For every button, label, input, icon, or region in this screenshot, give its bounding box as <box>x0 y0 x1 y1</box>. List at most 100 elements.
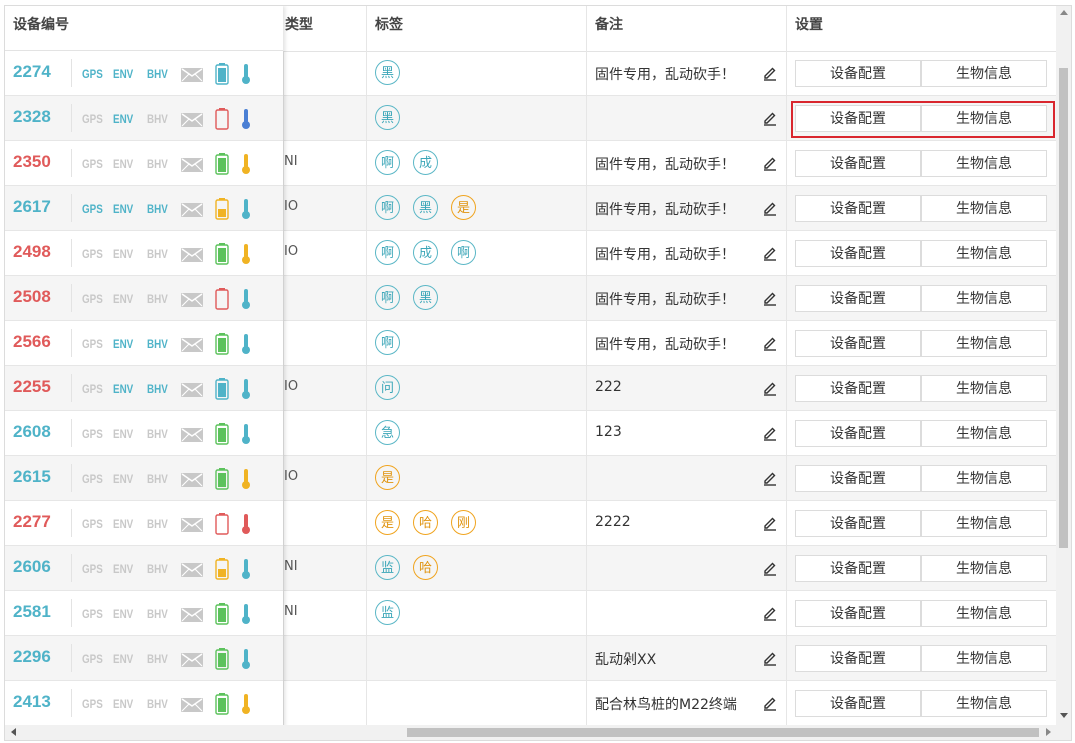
device-id[interactable]: 2350 <box>13 152 51 172</box>
device-config-button[interactable]: 设备配置 <box>795 285 921 312</box>
edit-pencil-icon[interactable] <box>762 110 778 126</box>
device-id[interactable]: 2498 <box>13 242 51 262</box>
tag-badge[interactable]: 是 <box>375 465 400 490</box>
tag-badge[interactable]: 黑 <box>375 60 400 85</box>
bio-info-button[interactable]: 生物信息 <box>921 240 1047 267</box>
device-config-button[interactable]: 设备配置 <box>795 195 921 222</box>
tag-badge[interactable]: 是 <box>375 510 400 535</box>
edit-pencil-icon[interactable] <box>762 605 778 621</box>
horizontal-scroll-thumb[interactable] <box>407 728 1039 737</box>
vertical-scroll-thumb[interactable] <box>1059 68 1068 548</box>
type-cell <box>283 681 366 725</box>
tag-badge[interactable]: 啊 <box>375 240 400 265</box>
edit-pencil-icon[interactable] <box>762 650 778 666</box>
col-device-id-header[interactable]: 设备编号 <box>5 6 283 51</box>
edit-pencil-icon[interactable] <box>762 560 778 576</box>
edit-pencil-icon[interactable] <box>762 290 778 306</box>
tag-badge[interactable]: 哈 <box>413 555 438 580</box>
type-value: NI <box>284 604 298 619</box>
col-tags-header[interactable]: 标签 <box>366 6 586 51</box>
col-settings-header[interactable]: 设置 <box>786 6 1056 51</box>
edit-pencil-icon[interactable] <box>762 470 778 486</box>
edit-pencil-icon[interactable] <box>762 65 778 81</box>
tag-badge[interactable]: 刚 <box>451 510 476 535</box>
tag-badge[interactable]: 急 <box>375 420 400 445</box>
device-id[interactable]: 2566 <box>13 332 51 352</box>
bio-info-button[interactable]: 生物信息 <box>921 195 1047 222</box>
edit-pencil-icon[interactable] <box>762 200 778 216</box>
device-config-button[interactable]: 设备配置 <box>795 60 921 87</box>
battery-icon <box>215 288 229 314</box>
gps-indicator: GPS <box>82 607 103 621</box>
scroll-left-arrow-icon[interactable] <box>11 728 16 736</box>
device-id[interactable]: 2255 <box>13 377 51 397</box>
scroll-down-arrow-icon[interactable] <box>1060 713 1068 718</box>
edit-pencil-icon[interactable] <box>762 380 778 396</box>
bio-info-button[interactable]: 生物信息 <box>921 690 1047 717</box>
tag-badge[interactable]: 啊 <box>375 195 400 220</box>
device-id[interactable]: 2277 <box>13 512 51 532</box>
tag-badge[interactable]: 啊 <box>375 330 400 355</box>
edit-pencil-icon[interactable] <box>762 515 778 531</box>
env-indicator: ENV <box>113 607 134 621</box>
device-id[interactable]: 2615 <box>13 467 51 487</box>
bio-info-button[interactable]: 生物信息 <box>921 465 1047 492</box>
tag-badge[interactable]: 问 <box>375 375 400 400</box>
device-config-button[interactable]: 设备配置 <box>795 150 921 177</box>
device-config-button[interactable]: 设备配置 <box>795 330 921 357</box>
device-id[interactable]: 2606 <box>13 557 51 577</box>
device-config-button[interactable]: 设备配置 <box>795 375 921 402</box>
device-config-button[interactable]: 设备配置 <box>795 555 921 582</box>
edit-pencil-icon[interactable] <box>762 695 778 711</box>
device-config-button[interactable]: 设备配置 <box>795 690 921 717</box>
edit-pencil-icon[interactable] <box>762 425 778 441</box>
tag-badge[interactable]: 啊 <box>375 150 400 175</box>
edit-pencil-icon[interactable] <box>762 155 778 171</box>
note-cell: 222 <box>586 366 786 410</box>
device-id[interactable]: 2608 <box>13 422 51 442</box>
vertical-scrollbar[interactable] <box>1056 6 1071 726</box>
tag-badge[interactable]: 是 <box>451 195 476 220</box>
scroll-up-arrow-icon[interactable] <box>1060 10 1068 15</box>
bio-info-button[interactable]: 生物信息 <box>921 60 1047 87</box>
tag-badge[interactable]: 啊 <box>375 285 400 310</box>
tag-badge[interactable]: 黑 <box>413 285 438 310</box>
device-id[interactable]: 2296 <box>13 647 51 667</box>
horizontal-scrollbar[interactable] <box>5 725 1071 740</box>
tag-badge[interactable]: 啊 <box>451 240 476 265</box>
bio-info-button[interactable]: 生物信息 <box>921 600 1047 627</box>
tag-badge[interactable]: 成 <box>413 240 438 265</box>
device-config-button[interactable]: 设备配置 <box>795 510 921 537</box>
bio-info-button[interactable]: 生物信息 <box>921 150 1047 177</box>
tag-badge[interactable]: 哈 <box>413 510 438 535</box>
device-id[interactable]: 2581 <box>13 602 51 622</box>
bio-info-button[interactable]: 生物信息 <box>921 645 1047 672</box>
device-config-button[interactable]: 设备配置 <box>795 465 921 492</box>
edit-pencil-icon[interactable] <box>762 335 778 351</box>
tag-badge[interactable]: 黑 <box>375 105 400 130</box>
bio-info-button[interactable]: 生物信息 <box>921 510 1047 537</box>
bio-info-button[interactable]: 生物信息 <box>921 375 1047 402</box>
device-id[interactable]: 2617 <box>13 197 51 217</box>
bhv-indicator: BHV <box>147 157 168 171</box>
device-id[interactable]: 2274 <box>13 62 51 82</box>
bio-info-button[interactable]: 生物信息 <box>921 420 1047 447</box>
scroll-right-arrow-icon[interactable] <box>1046 728 1051 736</box>
gps-indicator: GPS <box>82 517 103 531</box>
bio-info-button[interactable]: 生物信息 <box>921 285 1047 312</box>
device-config-button[interactable]: 设备配置 <box>795 645 921 672</box>
edit-pencil-icon[interactable] <box>762 245 778 261</box>
tag-badge[interactable]: 黑 <box>413 195 438 220</box>
device-id[interactable]: 2328 <box>13 107 51 127</box>
device-config-button[interactable]: 设备配置 <box>795 240 921 267</box>
tag-badge[interactable]: 监 <box>375 555 400 580</box>
bio-info-button[interactable]: 生物信息 <box>921 330 1047 357</box>
device-id[interactable]: 2413 <box>13 692 51 712</box>
bio-info-button[interactable]: 生物信息 <box>921 555 1047 582</box>
tag-badge[interactable]: 监 <box>375 600 400 625</box>
tag-badge[interactable]: 成 <box>413 150 438 175</box>
device-id[interactable]: 2508 <box>13 287 51 307</box>
device-config-button[interactable]: 设备配置 <box>795 420 921 447</box>
col-note-header[interactable]: 备注 <box>586 6 786 51</box>
device-config-button[interactable]: 设备配置 <box>795 600 921 627</box>
